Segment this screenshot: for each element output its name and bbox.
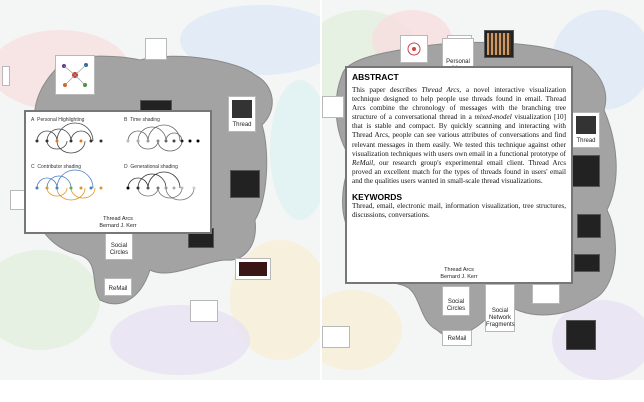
abstract-body: This paper describes Thread Arcs, a nove…: [352, 86, 567, 185]
figure-panel-c: C Contributor shading: [29, 164, 115, 202]
right-social-network-fragments-tile[interactable]: Social Network Fragments: [485, 284, 515, 332]
left-thumb-top[interactable]: [145, 38, 167, 60]
right-thumb-red-graph[interactable]: [400, 35, 428, 63]
right-thumb-orange-grid[interactable]: [484, 30, 514, 58]
abstract-heading: ABSTRACT: [352, 72, 399, 82]
arc-diagram-a: [35, 122, 103, 154]
left-map-view[interactable]: Thread Social Circles ReMail A Personal …: [0, 0, 320, 380]
right-map-view[interactable]: Personal Map Thread Social Circles Socia…: [322, 0, 644, 380]
right-thumb-dark-3[interactable]: [574, 254, 600, 272]
left-personal-map-tile[interactable]: [55, 55, 95, 95]
thumb-red-image: [239, 262, 267, 276]
right-social-circles-tile[interactable]: Social Circles: [442, 286, 470, 316]
keywords-heading: KEYWORDS: [352, 192, 403, 203]
keywords-body: Thread, email, electronic mail, informat…: [352, 202, 566, 220]
thread-tile-caption: Thread: [232, 122, 252, 128]
left-thread-tile[interactable]: Thread: [228, 96, 256, 132]
left-thumb-red[interactable]: [235, 258, 271, 280]
right-thumb-bottom-right[interactable]: [566, 320, 596, 350]
right-thumb-bottom-left[interactable]: [322, 326, 350, 348]
figure-panel-b: B Time shading: [122, 117, 208, 155]
left-thumb-dark-2[interactable]: [230, 170, 260, 198]
figure-card-title: Thread Arcs: [103, 216, 133, 222]
right-thumb-dark-2[interactable]: [577, 214, 601, 238]
left-thumb-bottom[interactable]: [190, 300, 218, 322]
right-thumb-dark-1[interactable]: [572, 155, 600, 187]
left-thumb-edge[interactable]: [2, 66, 10, 86]
left-social-circles-tile[interactable]: Social Circles: [105, 232, 133, 260]
right-thread-tile[interactable]: Thread: [572, 112, 600, 148]
thread-thumb-image: [232, 100, 252, 118]
abstract-card-title: Thread Arcs: [444, 267, 474, 273]
social-circles-caption: Social Circles: [109, 243, 129, 256]
figure-panel-a: A Personal Highlighting: [29, 117, 115, 155]
thread-thumb-image: [576, 116, 596, 134]
figure-panel-d: D Generational shading: [122, 164, 208, 202]
arc-diagram-d: [126, 171, 196, 201]
remail-caption: ReMail: [108, 286, 128, 292]
grid-thumb-image: [487, 33, 511, 55]
arc-diagram-b: [126, 124, 200, 152]
right-thumb-bottom-1[interactable]: [532, 284, 560, 304]
arc-diagram-c: [35, 169, 103, 201]
left-remail-tile[interactable]: ReMail: [104, 278, 132, 296]
network-graph-icon: [407, 42, 421, 56]
remail-caption: ReMail: [447, 336, 467, 342]
thread-arcs-figure-card[interactable]: A Personal Highlighting B Time shading C…: [24, 110, 212, 234]
figure-card-author: Bernard J. Kerr: [99, 223, 137, 229]
abstract-card-author: Bernard J. Kerr: [440, 274, 478, 280]
social-circles-caption: Social Circles: [446, 299, 466, 312]
abstract-card[interactable]: ABSTRACT This paper describes Thread Arc…: [345, 66, 573, 284]
right-remail-tile[interactable]: ReMail: [442, 330, 472, 346]
thread-caption: Thread: [576, 138, 596, 144]
right-thumb-left[interactable]: [322, 96, 344, 118]
abstract-content: ABSTRACT This paper describes Thread Arc…: [352, 72, 566, 220]
social-network-fragments-caption: Social Network Fragments: [486, 308, 515, 328]
network-graph-icon: [62, 63, 88, 87]
